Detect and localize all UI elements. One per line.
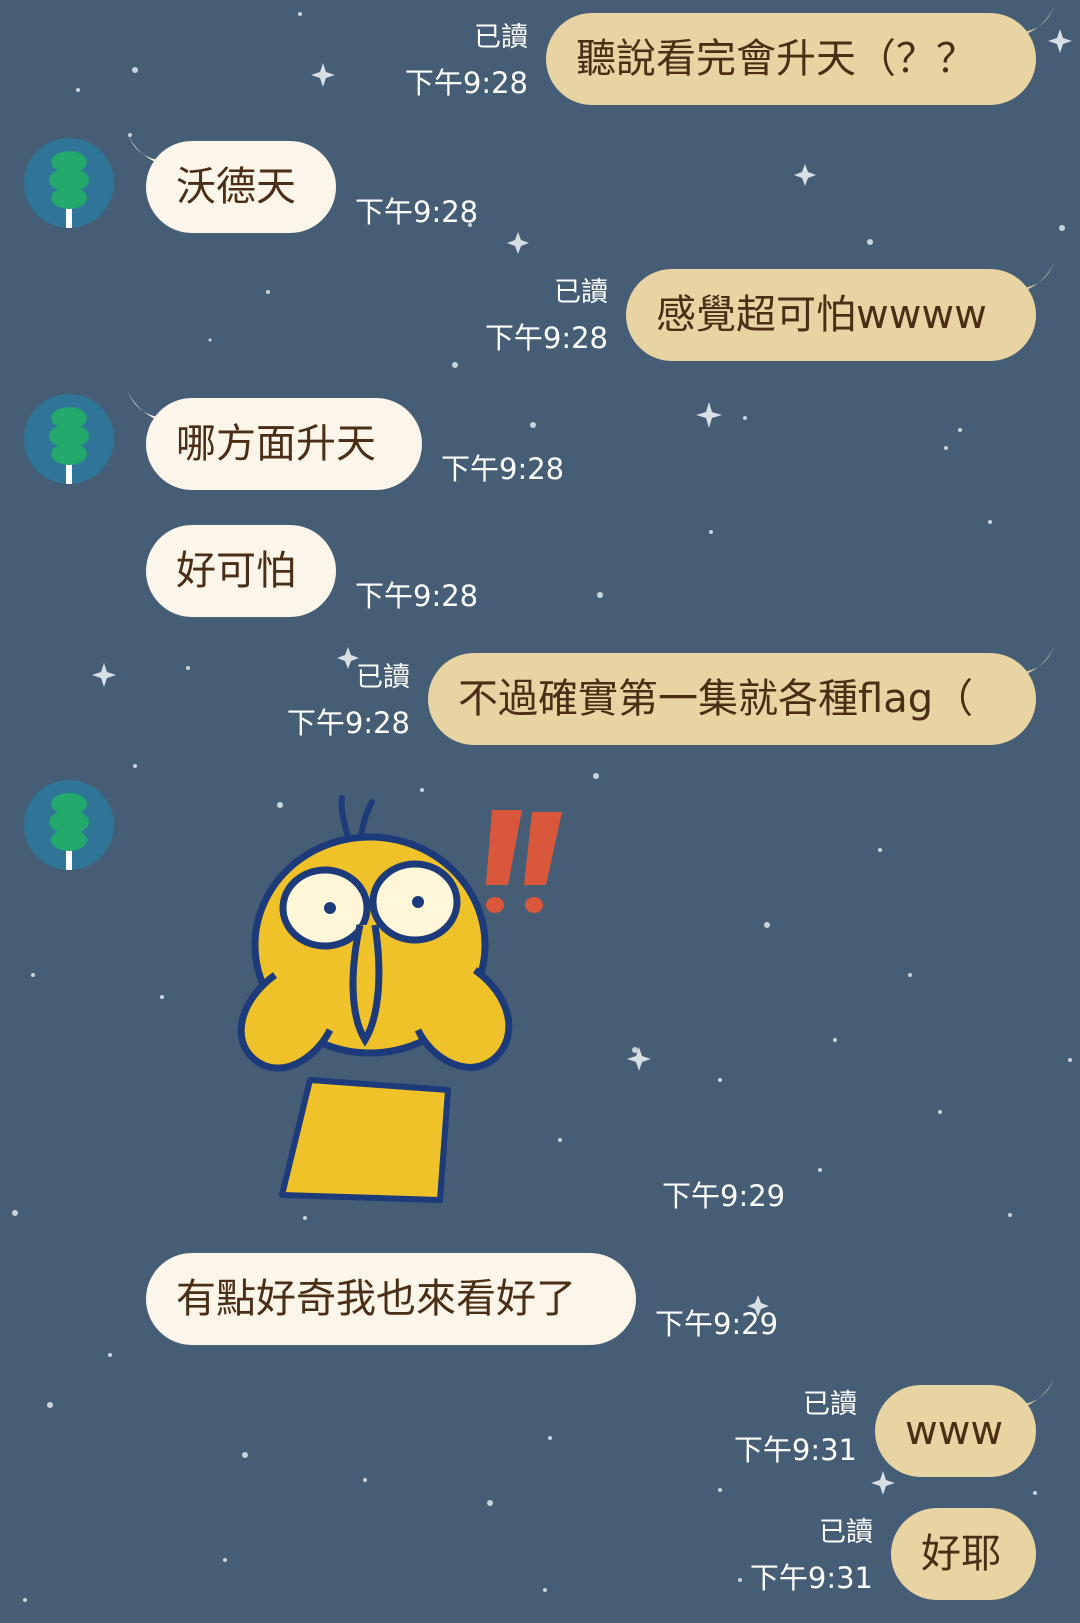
message-text: 好耶 (921, 1531, 1001, 1577)
read-receipt: 已讀 (356, 662, 410, 693)
tree-avatar-icon (49, 407, 89, 484)
message-bubble-received[interactable]: 好可怕 (146, 525, 336, 617)
message-text: 感覺超可怕wwww (656, 292, 987, 338)
contact-avatar[interactable] (24, 138, 114, 228)
message-text: 沃德天 (176, 164, 296, 210)
message-time: 下午9:29 (662, 1179, 786, 1213)
message-time: 下午9:28 (484, 321, 608, 355)
message-time: 下午9:28 (286, 706, 410, 740)
message-bubble-received[interactable]: 沃德天 (128, 135, 336, 233)
message-bubble-received[interactable]: 哪方面升天 (128, 392, 422, 490)
message-time: 下午9:28 (441, 452, 565, 486)
read-receipt: 已讀 (474, 22, 528, 53)
message-meta: 已讀 下午9:31 (734, 1387, 857, 1469)
message-meta: 已讀 下午9:28 (287, 660, 410, 742)
message-bubble-sent[interactable]: www (875, 1379, 1054, 1477)
message-bubble-sent[interactable]: 好耶 (891, 1508, 1036, 1600)
message-time: 下午9:31 (749, 1561, 873, 1595)
message-time: 下午9:29 (655, 1307, 779, 1341)
message-time: 下午9:28 (355, 579, 479, 613)
contact-avatar[interactable] (24, 394, 114, 484)
message-bubble-sent[interactable]: 感覺超可怕wwww (626, 263, 1054, 361)
message-time: 下午9:28 (355, 195, 479, 229)
read-receipt: 已讀 (819, 1517, 873, 1548)
message-text: 有點好奇我也來看好了 (176, 1276, 576, 1322)
message-bubble-received[interactable]: 有點好奇我也來看好了 (146, 1253, 636, 1345)
message-meta: 已讀 下午9:28 (405, 20, 528, 102)
message-bubble-sent[interactable]: 聽說看完會升天（？？ (546, 7, 1054, 105)
read-receipt: 已讀 (554, 277, 608, 308)
read-receipt: 已讀 (803, 1389, 857, 1420)
message-bubble-sent[interactable]: 不過確實第一集就各種flag（ (428, 647, 1054, 745)
contact-avatar[interactable] (24, 780, 114, 870)
message-text: 哪方面升天 (176, 421, 376, 467)
message-text: 不過確實第一集就各種flag（ (458, 676, 974, 722)
tree-avatar-icon (49, 793, 89, 870)
message-meta: 已讀 下午9:31 (750, 1515, 873, 1597)
message-text: 好可怕 (176, 548, 296, 594)
message-text: 聽說看完會升天（？？ (576, 36, 976, 82)
message-time: 下午9:28 (404, 66, 528, 100)
message-meta: 已讀 下午9:28 (485, 275, 608, 357)
message-time: 下午9:31 (733, 1433, 857, 1467)
tree-avatar-icon (49, 151, 89, 228)
message-text: www (905, 1408, 1004, 1454)
yellow-duck-shocked-sticker[interactable] (220, 790, 580, 1210)
